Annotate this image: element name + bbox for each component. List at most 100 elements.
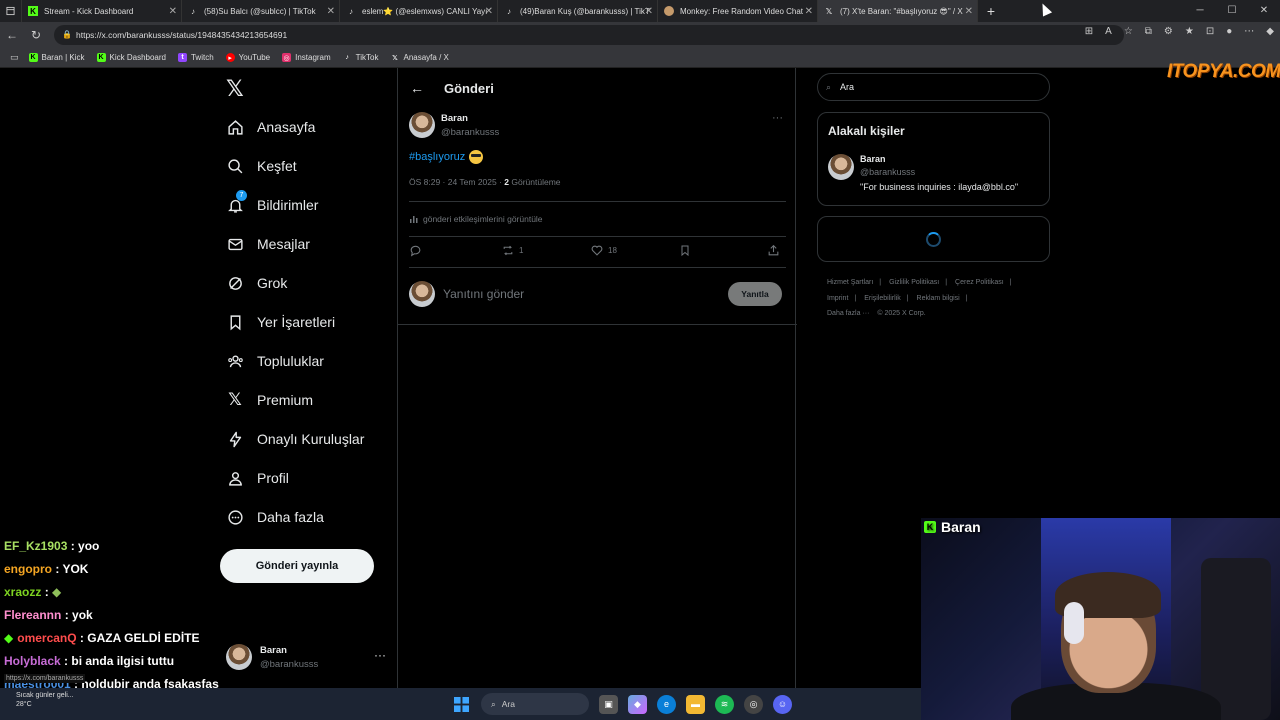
avatar[interactable]: [409, 112, 435, 138]
footer-link[interactable]: Çerez Politikası: [955, 279, 1004, 286]
new-tab-button[interactable]: +: [978, 0, 1004, 22]
repost-button[interactable]: 1: [501, 244, 523, 257]
close-icon[interactable]: ✕: [965, 6, 973, 17]
discord-icon[interactable]: ☺: [773, 694, 792, 714]
tab-label: Stream - Kick Dashboard: [44, 6, 134, 16]
minimize-icon[interactable]: ─: [1184, 0, 1216, 22]
reply-input[interactable]: Yanıtını gönder: [443, 287, 524, 301]
footer-more-link[interactable]: Daha fazla ···: [827, 310, 869, 317]
notification-badge: 7: [236, 190, 247, 201]
back-arrow-icon[interactable]: ←: [0, 28, 24, 42]
bookmark-youtube[interactable]: ▸ YouTube: [225, 53, 270, 62]
windows-start-icon[interactable]: [452, 695, 471, 714]
footer-link[interactable]: Erişilebilirlik: [864, 295, 901, 302]
tab-tiktok-baran[interactable]: ♪ (49)Baran Kuş (@barankusss) | TikT ✕: [498, 0, 658, 22]
more-dots-icon[interactable]: ···: [772, 112, 783, 124]
chat-message: ◆ omercanQ : GAZA GELDİ EDİTE: [4, 629, 244, 652]
footer-link[interactable]: Gizlilik Politikası: [889, 279, 939, 286]
more-dots-icon[interactable]: ···: [374, 648, 386, 662]
tab-kick-dashboard[interactable]: K Stream - Kick Dashboard ✕: [22, 0, 182, 22]
reply-button[interactable]: [409, 244, 426, 257]
sidebar-item-messages[interactable]: Mesajlar: [226, 235, 310, 253]
bookmark-button[interactable]: [679, 244, 691, 257]
chat-message: EF_Kz1903 : yoo: [4, 537, 244, 560]
bookmark-baran-kick[interactable]: K Baran | Kick: [28, 53, 85, 62]
sidebar-item-grok[interactable]: Grok: [226, 274, 287, 292]
account-switcher[interactable]: Baran @barankusss ···: [226, 640, 386, 674]
hashtag-link[interactable]: #başlıyoruz: [409, 151, 465, 163]
related-handle[interactable]: @barankusss: [860, 167, 1018, 177]
related-name[interactable]: Baran: [860, 154, 1018, 164]
tab-tiktok-eslem[interactable]: ♪ eslem⭐ (@eslemxws) CANLI Yayı ✕: [340, 0, 498, 22]
sidebar-item-verified-orgs[interactable]: Onaylı Kuruluşlar: [226, 430, 364, 448]
close-window-icon[interactable]: ✕: [1248, 0, 1280, 22]
x-icon: 𝕏: [825, 6, 833, 16]
back-arrow-icon[interactable]: ←: [410, 80, 424, 96]
taskbar-search[interactable]: ⌕ Ara: [481, 693, 589, 715]
url-field[interactable]: 🔒 https://x.com/barankusss/status/194843…: [54, 25, 1124, 45]
close-icon[interactable]: ✕: [485, 6, 493, 17]
like-button[interactable]: 18: [590, 244, 617, 257]
app-icon[interactable]: ◎: [744, 694, 763, 714]
spotify-icon[interactable]: ≋: [715, 694, 734, 714]
close-icon[interactable]: ✕: [805, 6, 813, 17]
collections-icon[interactable]: ⊡: [1206, 26, 1214, 37]
bookmark-tiktok[interactable]: ♪ TikTok: [343, 53, 378, 62]
footer-link[interactable]: Reklam bilgisi: [917, 295, 960, 302]
reply-submit-button[interactable]: Yanıtla: [728, 282, 782, 306]
sidebar-item-more[interactable]: Daha fazla: [226, 508, 324, 526]
edge-icon[interactable]: e: [657, 694, 676, 714]
favorites-icon[interactable]: ★: [1185, 26, 1194, 37]
search-input[interactable]: ⌕ Ara: [817, 73, 1050, 101]
plus-icon: +: [986, 3, 996, 19]
bookmark-kick-dashboard[interactable]: K Kick Dashboard: [96, 53, 166, 62]
post-author[interactable]: Baran @barankusss: [409, 112, 499, 138]
tab-x-post[interactable]: 𝕏 (7) X'te Baran: "#başlıyoruz 😎" / X ✕: [818, 0, 978, 22]
bookmark-twitch[interactable]: t Twitch: [177, 53, 214, 62]
profile-avatar-icon[interactable]: ●: [1226, 26, 1232, 37]
share-button[interactable]: [767, 244, 780, 257]
tab-actions-button[interactable]: [0, 0, 22, 22]
sidebar-item-explore[interactable]: Keşfet: [226, 157, 297, 175]
sidebar-item-notifications[interactable]: 7 Bildirimler: [226, 190, 318, 214]
tab-label: (7) X'te Baran: "#başlıyoruz 😎" / X: [840, 6, 963, 16]
author-handle[interactable]: @barankusss: [441, 127, 499, 138]
view-engagements-link[interactable]: gönderi etkileşimlerini görüntüle: [409, 214, 543, 224]
copilot-icon[interactable]: ◆: [1266, 26, 1274, 37]
footer-link[interactable]: Hizmet Şartları: [827, 279, 873, 286]
footer-link[interactable]: Imprint: [827, 295, 848, 302]
sidebar-item-premium[interactable]: 𝕏 Premium: [226, 390, 313, 409]
sidebar-item-home[interactable]: Anasayfa: [226, 118, 315, 136]
close-icon[interactable]: ✕: [169, 6, 177, 17]
copilot-icon[interactable]: ◆: [628, 694, 647, 714]
repost-count: 1: [519, 246, 524, 255]
grid-icon[interactable]: ⊞: [1085, 26, 1093, 37]
sidebar-item-communities[interactable]: Topluluklar: [226, 352, 324, 370]
maximize-icon[interactable]: ☐: [1216, 0, 1248, 22]
avatar[interactable]: [828, 154, 854, 180]
close-icon[interactable]: ✕: [645, 6, 653, 17]
reload-icon[interactable]: ↻: [24, 28, 48, 42]
split-screen-icon[interactable]: ⚙: [1164, 26, 1173, 37]
task-view-icon[interactable]: ▣: [599, 694, 618, 714]
read-aloud-icon[interactable]: A: [1105, 26, 1112, 37]
bookmark-instagram[interactable]: ◎ Instagram: [282, 53, 331, 62]
file-explorer-icon[interactable]: ▬: [686, 694, 705, 714]
menu-dots-icon[interactable]: ⋯: [1244, 26, 1254, 37]
bookmark-label: Baran | Kick: [41, 53, 85, 62]
sidebar-item-profile[interactable]: Profil: [226, 469, 289, 487]
tab-tiktok-sublcc[interactable]: ♪ (58)Su Balcı (@sublcc) | TikTok ✕: [182, 0, 340, 22]
bookmark-x-home[interactable]: 𝕏 Anasayfa / X: [391, 53, 449, 62]
extensions-icon[interactable]: ⧉: [1145, 26, 1152, 37]
x-logo-icon[interactable]: 𝕏: [226, 76, 244, 102]
post-timestamp[interactable]: ÖS 8:29 · 24 Tem 2025 ·: [409, 177, 504, 187]
close-icon[interactable]: ✕: [327, 6, 335, 17]
related-person[interactable]: Baran @barankusss "For business inquirie…: [828, 154, 1018, 192]
sidebar-toggle-icon[interactable]: ▭: [10, 52, 19, 63]
headphones: [1064, 602, 1084, 644]
favorite-star-icon[interactable]: ☆: [1124, 26, 1133, 37]
weather-widget[interactable]: Sıcak günler geli... 28°C: [16, 692, 74, 708]
tab-monkey[interactable]: Monkey: Free Random Video Chat ✕: [658, 0, 818, 22]
sidebar-item-bookmarks[interactable]: Yer İşaretleri: [226, 313, 335, 331]
author-name[interactable]: Baran: [441, 113, 499, 124]
